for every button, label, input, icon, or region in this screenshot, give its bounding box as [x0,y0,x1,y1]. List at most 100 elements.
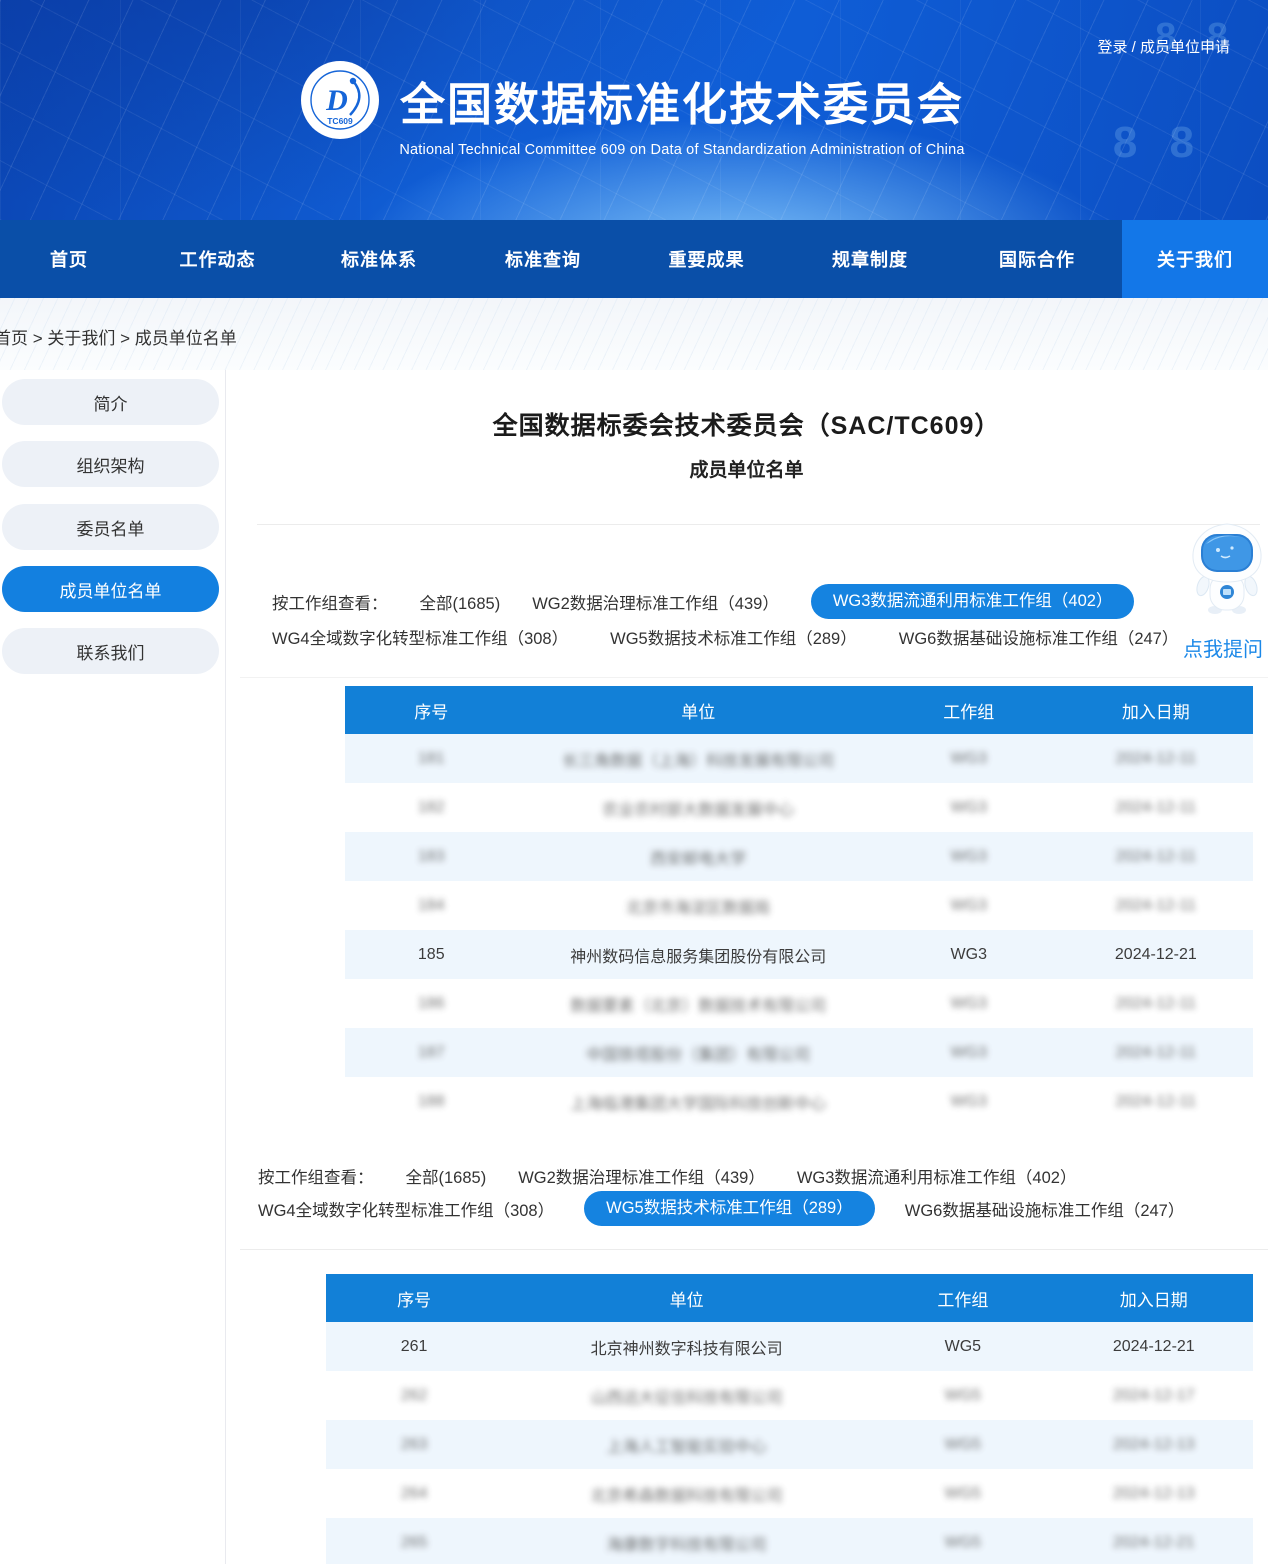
sidebar-item-org-structure[interactable]: 组织架构 [2,441,219,487]
cell-seq: 185 [345,946,518,964]
table-row: 188上海临港集团大学国际科技创新中心WG32024-12-11 [345,1077,1253,1126]
cell-workgroup: WG3 [879,995,1059,1013]
table-row: 184北京市海淀区数据局WG32024-12-11 [345,881,1253,930]
cell-org-name: 神州数码信息服务集团股份有限公司 [518,943,879,967]
cell-seq: 261 [326,1338,502,1356]
filter-group-label: 按工作组查看： [272,590,388,614]
member-table-wg3: 序号单位工作组加入日期 181长三角数据（上海）科技发展有限公司WG32024-1… [345,686,1253,1126]
table-row: 181长三角数据（上海）科技发展有限公司WG32024-12-11 [345,734,1253,783]
cell-org-name: 西安邮电大学 [518,845,879,869]
site-banner: 8 8 8 8 D TC609 全国数据标准化技术委员会 National Te… [0,0,1268,220]
cell-workgroup: WG5 [871,1338,1055,1356]
table-row: 183西安邮电大学WG32024-12-11 [345,832,1253,881]
decor-digits: 8 8 [1113,118,1204,168]
filter-workgroup-tab[interactable]: WG5数据技术标准工作组（289） [610,625,857,649]
cell-org-name: 北京神州数字科技有限公司 [502,1335,871,1359]
filter-workgroup-tab[interactable]: WG5数据技术标准工作组（289） [584,1191,875,1226]
cell-seq: 262 [326,1387,502,1405]
cell-workgroup: WG5 [871,1485,1055,1503]
robot-mascot-icon[interactable] [1188,522,1266,618]
cell-workgroup: WG3 [879,1093,1059,1111]
table-header-cell: 单位 [518,698,879,723]
cell-org-name: 长三角数据（上海）科技发展有限公司 [518,747,879,771]
cell-join-date: 2024-12-21 [1059,946,1253,964]
table-header-cell: 工作组 [879,698,1059,723]
breadcrumb-bar: 首页 > 关于我们 > 成员单位名单 [0,298,1268,370]
divider [257,524,1260,525]
filter-workgroup-tab[interactable]: WG4全域数字化转型标准工作组（308） [272,625,568,649]
cell-workgroup: WG3 [879,848,1059,866]
cell-org-name: 数据要素（北京）数据技术有限公司 [518,992,879,1016]
table-header-cell: 序号 [345,698,518,723]
table-header-row: 序号单位工作组加入日期 [326,1274,1253,1322]
cell-join-date: 2024-12-11 [1059,750,1253,768]
cell-seq: 188 [345,1093,518,1111]
table-row: 265海康数字科技有限公司WG52024-12-21 [326,1518,1253,1564]
filter-workgroup-tab[interactable]: WG3数据流通利用标准工作组（402） [811,584,1135,619]
nav-item-about-us[interactable]: 关于我们 [1122,220,1268,298]
filter-workgroup-tab[interactable]: 全部(1685) [406,1164,487,1188]
login-apply-link[interactable]: 登录 / 成员单位申请 [1097,36,1230,57]
member-table-wg5: 序号单位工作组加入日期261北京神州数字科技有限公司WG52024-12-212… [326,1274,1253,1564]
table-header-cell: 工作组 [871,1286,1055,1311]
cell-join-date: 2024-12-11 [1059,897,1253,915]
cell-seq: 264 [326,1485,502,1503]
site-subtitle-en: National Technical Committee 609 on Data… [337,142,1027,158]
cell-seq: 183 [345,848,518,866]
table-header-cell: 加入日期 [1059,698,1253,723]
filter-workgroup-tab[interactable]: WG4全域数字化转型标准工作组（308） [258,1197,554,1221]
table-row: 262山西远大征信科技有限公司WG52024-12-17 [326,1371,1253,1420]
table-row: 187中国铁塔股份（集团）有限公司WG32024-12-11 [345,1028,1253,1077]
sidebar-item-member-units[interactable]: 成员单位名单 [2,566,219,612]
cell-org-name: 中国铁塔股份（集团）有限公司 [518,1041,879,1065]
filter-workgroup-tab[interactable]: WG2数据治理标准工作组（439） [518,1164,765,1188]
cell-join-date: 2024-12-11 [1059,1093,1253,1111]
nav-item-standard-search[interactable]: 标准查询 [461,220,625,298]
cell-workgroup: WG5 [871,1436,1055,1454]
nav-item-standard-system[interactable]: 标准体系 [297,220,461,298]
filter-workgroup-tab[interactable]: WG3数据流通利用标准工作组（402） [797,1164,1077,1188]
cell-seq: 265 [326,1534,502,1552]
sidebar-item-intro[interactable]: 简介 [2,379,219,425]
filter-workgroup-tab[interactable]: 全部(1685) [420,590,501,614]
nav-item-international[interactable]: 国际合作 [952,220,1122,298]
filter-workgroup-tab[interactable]: WG6数据基础设施标准工作组（247） [899,625,1179,649]
breadcrumb[interactable]: 首页 > 关于我们 > 成员单位名单 [0,324,237,349]
page-title: 全国数据标委会技术委员会（SAC/TC609） [240,406,1253,442]
sidebar-divider [225,370,226,1564]
cell-seq: 186 [345,995,518,1013]
table-row: 264北京希森数据科技有限公司WG52024-12-13 [326,1469,1253,1518]
nav-item-home[interactable]: 首页 [0,220,138,298]
ask-me-button[interactable]: 点我提问 [1176,633,1268,662]
cell-org-name: 山西远大征信科技有限公司 [502,1384,871,1408]
filter-workgroup-tab[interactable]: WG2数据治理标准工作组（439） [532,590,779,614]
nav-item-key-achievements[interactable]: 重要成果 [625,220,788,298]
table-row: 261北京神州数字科技有限公司WG52024-12-21 [326,1322,1253,1371]
table-header-cell: 序号 [326,1286,502,1311]
cell-seq: 182 [345,799,518,817]
site-title-block: 全国数据标准化技术委员会 National Technical Committe… [337,68,1027,158]
cell-seq: 184 [345,897,518,915]
table-row: 263上海人工智能实验中心WG52024-12-13 [326,1420,1253,1469]
cell-org-name: 上海临港集团大学国际科技创新中心 [518,1090,879,1114]
table-row: 182农业农村部大数据发展中心WG32024-12-11 [345,783,1253,832]
sidebar-item-committee-members[interactable]: 委员名单 [2,504,219,550]
cell-join-date: 2024-12-13 [1055,1436,1253,1454]
filter-row: 按工作组查看： 全部(1685) WG2数据治理标准工作组（439） WG3数据流通利… [258,1158,1076,1193]
nav-item-work-news[interactable]: 工作动态 [138,220,297,298]
cell-org-name: 北京市海淀区数据局 [518,894,879,918]
filter-group-label: 按工作组查看： [258,1164,374,1188]
cell-org-name: 上海人工智能实验中心 [502,1433,871,1457]
table-row: 186数据要素（北京）数据技术有限公司WG32024-12-11 [345,979,1253,1028]
site-title: 全国数据标准化技术委员会 [337,68,1027,133]
page-subtitle: 成员单位名单 [240,455,1253,482]
sidebar-item-contact-us[interactable]: 联系我们 [2,628,219,674]
cell-seq: 263 [326,1436,502,1454]
filter-row: 按工作组查看： 全部(1685) WG2数据治理标准工作组（439） WG3数据流通利… [272,584,1134,619]
nav-item-regulations[interactable]: 规章制度 [788,220,952,298]
cell-join-date: 2024-12-11 [1059,848,1253,866]
cell-org-name: 农业农村部大数据发展中心 [518,796,879,820]
filter-workgroup-tab[interactable]: WG6数据基础设施标准工作组（247） [905,1197,1185,1221]
cell-join-date: 2024-12-21 [1055,1534,1253,1552]
cell-workgroup: WG3 [879,897,1059,915]
